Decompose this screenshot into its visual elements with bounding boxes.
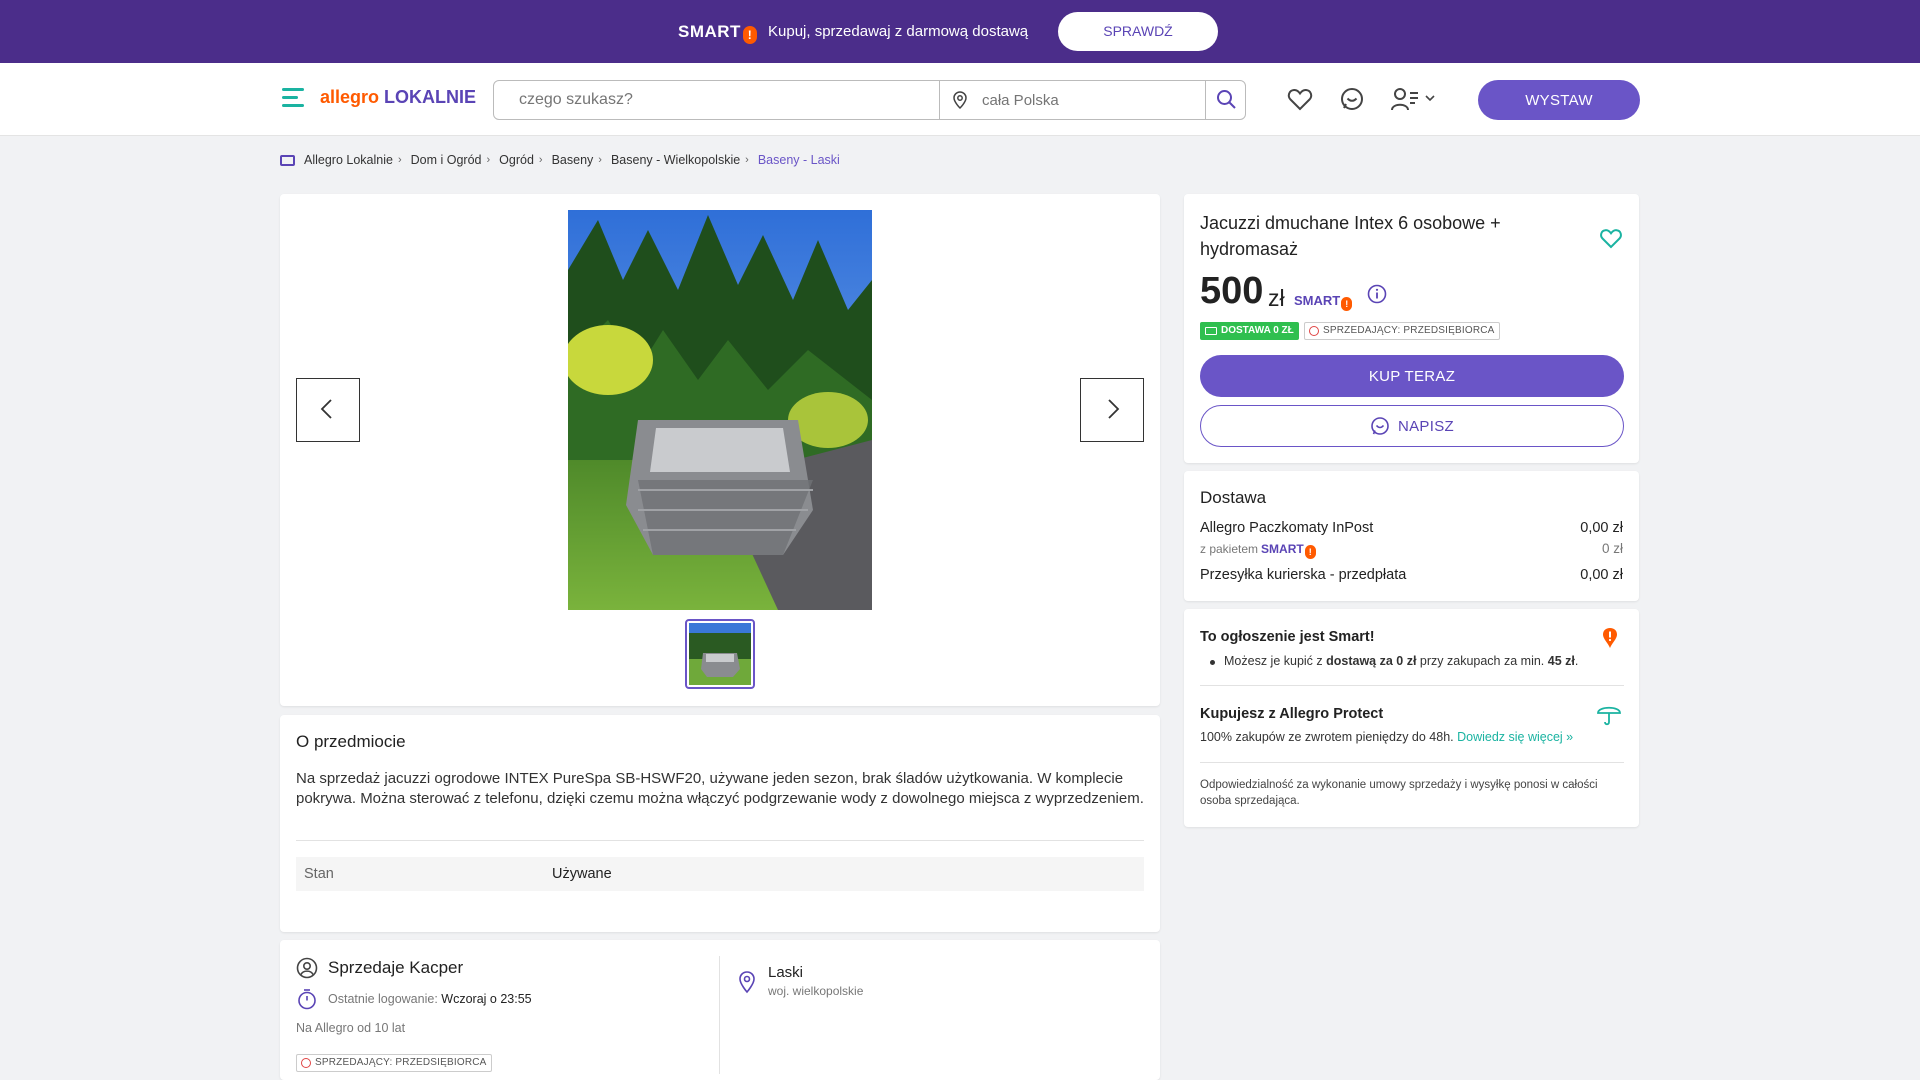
- favorites-heart-icon[interactable]: [1286, 85, 1314, 113]
- location-pin-icon: [953, 91, 967, 110]
- umbrella-icon: [1597, 706, 1621, 726]
- seller-section: Sprzedaje Kacper Ostatnie logowanie: Wcz…: [280, 940, 1160, 1080]
- delivery-option-label: z pakietem SMART!: [1200, 542, 1316, 559]
- menu-icon[interactable]: [282, 88, 304, 108]
- chevron-right-icon: [1108, 398, 1120, 419]
- location-input[interactable]: [974, 81, 1206, 119]
- search-input[interactable]: [494, 81, 940, 119]
- breadcrumb-item[interactable]: Dom i Ogród: [411, 153, 482, 167]
- stopwatch-icon: [298, 989, 316, 1010]
- parameter-value: Używane: [552, 866, 612, 882]
- allegro-lokalnie-logo[interactable]: allegro LOKALNIE: [320, 87, 476, 108]
- breadcrumb-item-current: Baseny - Laski: [757, 153, 840, 167]
- next-photo-button[interactable]: [1080, 378, 1144, 442]
- protect-text: 100% zakupów ze zwrotem pieniędzy do 48h…: [1200, 730, 1574, 744]
- seller-name[interactable]: Sprzedaje Kacper: [328, 958, 463, 978]
- prev-photo-button[interactable]: [296, 378, 360, 442]
- location-pin-icon: [739, 971, 755, 994]
- about-item-section: O przedmiocie Na sprzedaż jacuzzi ogrodo…: [280, 715, 1160, 932]
- price-currency: zł: [1268, 285, 1285, 311]
- offer-title: Jacuzzi dmuchane Intex 6 osobowe + hydro…: [1200, 213, 1501, 259]
- responsibility-note: Odpowiedzialność za wykonanie umowy sprz…: [1200, 779, 1598, 807]
- promo-text: Kupuj, sprzedawaj z darmową dostawą: [768, 23, 1029, 40]
- price: 500: [1200, 270, 1264, 312]
- location-region: woj. wielkopolskie: [768, 984, 864, 998]
- search-button[interactable]: [1206, 81, 1246, 119]
- buy-box: Jacuzzi dmuchane Intex 6 osobowe + hydro…: [1184, 194, 1639, 463]
- business-seller-icon: [301, 1058, 311, 1068]
- promo-check-button[interactable]: SPRAWDŹ: [1058, 12, 1218, 51]
- learn-more-link[interactable]: Dowiedz się więcej »: [1457, 730, 1573, 744]
- smart-bang-icon: [1603, 628, 1617, 648]
- smart-logo: SMART!: [678, 22, 757, 44]
- delivery-option-price: 0,00 zł: [1580, 567, 1623, 583]
- photo-gallery: [280, 194, 1160, 706]
- jacuzzi-photo: [568, 210, 872, 610]
- breadcrumb-item[interactable]: Allegro Lokalnie: [304, 153, 393, 167]
- delivery-option-price: 0,00 zł: [1580, 520, 1623, 536]
- delivery-option-price: 0 zł: [1601, 541, 1623, 556]
- buy-now-button[interactable]: KUP TERAZ: [1200, 355, 1624, 397]
- chevron-left-icon: [320, 398, 332, 419]
- site-header: allegro LOKALNIE WYSTAW: [0, 63, 1920, 136]
- section-title: Dostawa: [1200, 488, 1267, 507]
- parameter-key: Stan: [304, 866, 334, 882]
- seller-type-badge: SPRZEDAJĄCY: PRZEDSIĘBIORCA: [1304, 322, 1500, 340]
- parameter-row: Stan Używane: [296, 857, 1144, 891]
- user-icon: [296, 957, 318, 979]
- photo-thumbnail[interactable]: [685, 619, 755, 689]
- breadcrumb: Allegro Lokalnie › Dom i Ogród › Ogród › Ba…: [280, 152, 845, 168]
- account-icon[interactable]: [1390, 85, 1422, 113]
- breadcrumb-item[interactable]: Ogród: [499, 153, 534, 167]
- location-city: Laski: [768, 964, 804, 981]
- heart-icon[interactable]: [1599, 227, 1623, 249]
- smart-badge: SMART!: [1294, 293, 1353, 311]
- divider: [1200, 762, 1624, 763]
- smart-info-title: To ogłoszenie jest Smart!: [1200, 629, 1375, 645]
- chevron-down-icon[interactable]: [1424, 93, 1436, 103]
- promo-bar: SMART! Kupuj, sprzedawaj z darmową dosta…: [0, 0, 1920, 63]
- member-since: Na Allegro od 10 lat: [296, 1021, 406, 1035]
- delivery-section: Dostawa Allegro Paczkomaty InPost 0,00 z…: [1184, 471, 1639, 601]
- thumbnail-image: [689, 623, 751, 685]
- section-title: O przedmiocie: [296, 732, 406, 751]
- smart-badge: SMART!: [1261, 542, 1316, 559]
- post-listing-button[interactable]: WYSTAW: [1478, 80, 1640, 120]
- delivery-option-label: Allegro Paczkomaty InPost: [1200, 520, 1374, 536]
- messages-icon[interactable]: [1338, 85, 1366, 113]
- item-description: Na sprzedaż jacuzzi ogrodowe INTEX PureS…: [296, 770, 1144, 807]
- seller-type-badge: SPRZEDAJĄCY: PRZEDSIĘBIORCA: [296, 1054, 492, 1072]
- search-icon: [1217, 89, 1236, 109]
- laptop-icon: [280, 154, 295, 166]
- last-login: Ostatnie logowanie: Wczoraj o 23:55: [328, 992, 532, 1006]
- free-delivery-badge: DOSTAWA 0 ZŁ: [1200, 322, 1299, 340]
- divider: [296, 840, 1144, 841]
- business-seller-icon: [1309, 326, 1319, 336]
- breadcrumb-item[interactable]: Baseny - Wielkopolskie: [611, 153, 740, 167]
- breadcrumb-item[interactable]: Baseny: [552, 153, 594, 167]
- main-photo[interactable]: [568, 210, 872, 610]
- message-seller-button[interactable]: NAPISZ: [1200, 405, 1624, 447]
- search-bar: [493, 80, 1246, 120]
- truck-icon: [1205, 327, 1217, 335]
- info-icon[interactable]: [1367, 284, 1387, 304]
- smart-info-bullet: Możesz je kupić z dostawą za 0 zł przy z…: [1209, 654, 1579, 668]
- divider: [719, 956, 720, 1074]
- delivery-option-label: Przesyłka kurierska - przedpłata: [1200, 567, 1407, 583]
- smart-protect-info: To ogłoszenie jest Smart! Możesz je kupi…: [1184, 609, 1639, 827]
- divider: [1200, 685, 1624, 686]
- chat-icon: [1371, 417, 1389, 435]
- protect-title: Kupujesz z Allegro Protect: [1200, 706, 1384, 722]
